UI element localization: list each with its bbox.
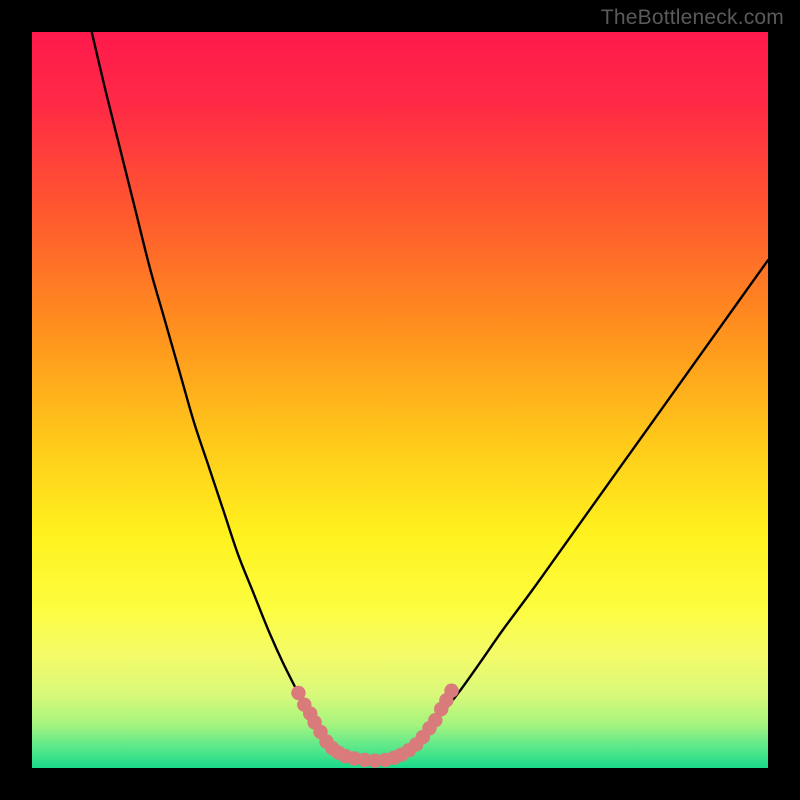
plot-area — [32, 32, 768, 768]
marker-point — [444, 684, 458, 698]
chart-svg — [32, 32, 768, 768]
outer-frame: TheBottleneck.com — [0, 0, 800, 800]
watermark-text: TheBottleneck.com — [601, 6, 784, 30]
gradient-background — [32, 32, 768, 768]
